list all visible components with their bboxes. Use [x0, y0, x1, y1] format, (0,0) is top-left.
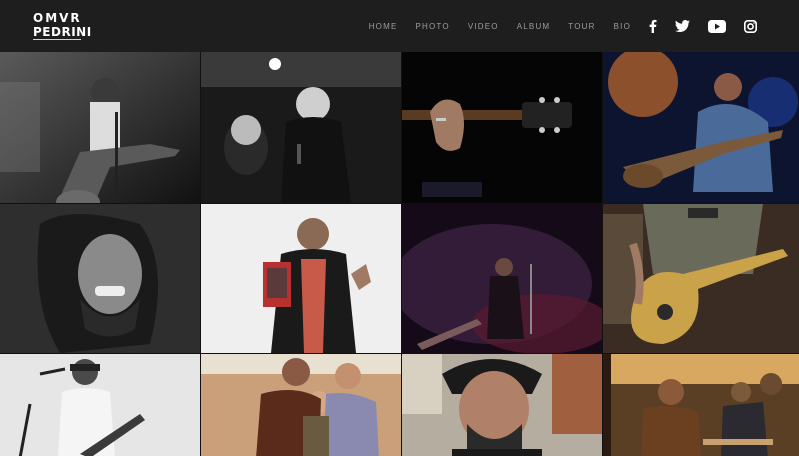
gallery-photo-11[interactable]	[402, 354, 602, 456]
brand-line-1: OMVR	[33, 11, 82, 25]
gallery-photo-9[interactable]	[0, 354, 200, 456]
gallery-photo-8[interactable]	[603, 204, 799, 353]
gallery-photo-3[interactable]	[402, 52, 602, 203]
portrait-smiling-photo	[402, 354, 602, 456]
brand-logo[interactable]: OMVR PEDRINI	[33, 9, 92, 41]
nav-item-album[interactable]: ALBUM	[517, 22, 551, 31]
logo-underline	[33, 39, 81, 40]
top-navigation-bar: OMVR PEDRINI HOME PHOTO VIDEO ALBUM TOUR…	[0, 0, 799, 52]
nav-item-tour[interactable]: TOUR	[568, 22, 595, 31]
social-links	[630, 0, 757, 52]
guitarist-stage-lights-photo	[603, 52, 799, 203]
guitarist-closeup-photo	[603, 204, 799, 353]
nav-item-photo[interactable]: PHOTO	[416, 22, 450, 31]
nav-item-home[interactable]: HOME	[369, 22, 398, 31]
portrait-laughing-photo	[0, 204, 200, 353]
singer-guitar-photo	[0, 354, 200, 456]
gallery-photo-6[interactable]	[201, 204, 401, 353]
gallery-photo-7[interactable]	[402, 204, 602, 353]
brand-line-2: PEDRINI	[33, 25, 92, 39]
youtube-icon[interactable]	[708, 19, 726, 33]
gallery-photo-5[interactable]	[0, 204, 200, 353]
stage-smoke-photo	[402, 204, 602, 353]
gallery-photo-10[interactable]	[201, 354, 401, 456]
hand-on-guitar-photo	[402, 52, 602, 203]
gallery-photo-4[interactable]	[603, 52, 799, 203]
main-nav: HOME PHOTO VIDEO ALBUM TOUR BIO	[351, 0, 631, 52]
guitarist-live-photo	[0, 52, 200, 203]
photo-gallery	[0, 52, 799, 456]
nav-item-bio[interactable]: BIO	[614, 22, 631, 31]
duet-singing-photo	[201, 52, 401, 203]
nav-item-video[interactable]: VIDEO	[468, 22, 499, 31]
holding-magazine-photo	[201, 204, 401, 353]
twitter-icon[interactable]	[675, 20, 690, 32]
gallery-photo-12[interactable]	[603, 354, 799, 456]
group-photo	[201, 354, 401, 456]
facebook-icon[interactable]	[648, 19, 657, 33]
cafe-band-photo	[603, 354, 799, 456]
gallery-photo-2[interactable]	[201, 52, 401, 203]
gallery-photo-1[interactable]	[0, 52, 200, 203]
instagram-icon[interactable]	[744, 19, 757, 33]
